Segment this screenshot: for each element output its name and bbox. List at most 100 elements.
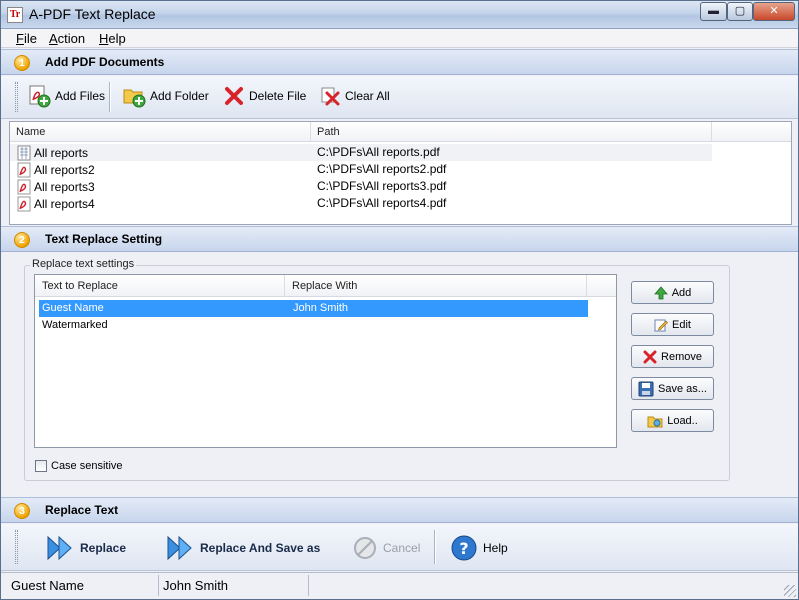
status-bar: Guest Name John Smith — [1, 572, 798, 599]
file-name: All reports3 — [34, 180, 95, 194]
delete-x-icon — [225, 87, 243, 105]
file-list-header: Name Path — [10, 122, 791, 142]
edit-button[interactable]: Edit — [631, 313, 714, 336]
fast-forward-icon — [167, 535, 192, 561]
window-title: A-PDF Text Replace — [29, 6, 156, 22]
status-find: Guest Name — [3, 575, 159, 596]
replace-label: Replace — [80, 541, 127, 555]
resize-grip[interactable] — [784, 585, 796, 597]
section-title: Add PDF Documents — [45, 55, 165, 69]
case-sensitive-label: Case sensitive — [51, 460, 123, 472]
load-button[interactable]: Load.. — [631, 409, 714, 432]
replace-and-save-as-button[interactable]: Replace And Save as — [166, 533, 320, 563]
find-text: Guest Name — [42, 302, 104, 314]
edit-pencil-icon — [654, 319, 668, 331]
case-sensitive-row: Case sensitive — [35, 460, 123, 472]
menu-help[interactable]: Help — [99, 31, 126, 46]
file-name-cell: All reports4 — [16, 196, 95, 212]
delete-file-label: Delete File — [249, 89, 307, 103]
cancel-label: Cancel — [383, 541, 421, 555]
minimize-button[interactable]: ▬ — [700, 2, 727, 21]
app-window: Tr A-PDF Text Replace ▬ ▢ ✕ File Action … — [0, 0, 799, 600]
clear-all-icon — [321, 87, 340, 106]
remove-x-icon — [643, 350, 657, 363]
file-path: C:\PDFs\All reports.pdf — [317, 145, 440, 159]
file-toolbar: Add Files Add Folder Delete File Clear A… — [1, 76, 798, 119]
folder-add-icon — [123, 89, 146, 108]
file-row[interactable]: All reports4 C:\PDFs\All reports4.pdf — [10, 195, 712, 212]
file-name-cell: All reports3 — [16, 179, 95, 195]
case-sensitive-checkbox[interactable] — [35, 460, 47, 472]
menu-file[interactable]: File — [16, 31, 37, 46]
remove-button[interactable]: Remove — [631, 345, 714, 368]
file-path: C:\PDFs\All reports3.pdf — [317, 179, 447, 193]
file-row[interactable]: All reports3 C:\PDFs\All reports3.pdf — [10, 178, 712, 195]
step-3-badge: 3 — [14, 503, 30, 519]
column-header-path[interactable]: Path — [311, 122, 712, 142]
replace-text: John Smith — [293, 302, 349, 314]
step-2-badge: 2 — [14, 232, 30, 248]
file-name: All reports4 — [34, 197, 95, 211]
toolbar-separator — [109, 82, 110, 112]
pdf-add-icon — [29, 85, 51, 108]
folder-open-icon — [647, 416, 663, 427]
file-name-cell: All reports2 — [16, 162, 95, 178]
add-folder-button[interactable]: Add Folder — [118, 82, 213, 110]
edit-label: Edit — [672, 318, 691, 331]
fast-forward-icon — [47, 535, 72, 561]
find-text: Watermarked — [42, 319, 108, 331]
add-files-label: Add Files — [55, 89, 106, 103]
pdf-icon — [17, 162, 31, 178]
pdf-icon — [17, 196, 31, 212]
cancel-button[interactable]: Cancel — [353, 533, 420, 563]
replace-list-header: Text to Replace Replace With — [35, 275, 616, 297]
step-1-badge: 1 — [14, 55, 30, 71]
maximize-button[interactable]: ▢ — [727, 2, 753, 21]
section-header-replace-setting[interactable]: 2 Text Replace Setting — [1, 226, 798, 252]
add-files-button[interactable]: Add Files — [23, 82, 109, 110]
load-label: Load.. — [667, 414, 698, 427]
toolbar-grip[interactable] — [15, 530, 18, 564]
replace-button[interactable]: Replace — [46, 533, 126, 563]
section-header-add-documents[interactable]: 1 Add PDF Documents — [1, 49, 798, 75]
group-label: Replace text settings — [30, 258, 137, 270]
document-grid-icon — [17, 145, 31, 161]
delete-file-button[interactable]: Delete File — [219, 82, 310, 110]
file-name-cell: All reports — [16, 145, 88, 161]
save-as-button[interactable]: Save as... — [631, 377, 714, 400]
toolbar-grip[interactable] — [15, 82, 18, 112]
add-folder-label: Add Folder — [150, 89, 209, 103]
add-button[interactable]: Add — [631, 281, 714, 304]
file-path: C:\PDFs\All reports2.pdf — [317, 162, 447, 176]
column-header-name[interactable]: Name — [10, 122, 311, 142]
help-button[interactable]: ? Help — [451, 533, 508, 563]
replace-and-save-as-label: Replace And Save as — [200, 541, 321, 555]
file-row[interactable]: All reports C:\PDFs\All reports.pdf — [10, 144, 712, 161]
save-as-label: Save as... — [658, 382, 707, 395]
replace-row[interactable]: Watermarked — [39, 317, 588, 334]
menu-bar: File Action Help — [1, 29, 798, 48]
file-name: All reports — [34, 146, 89, 160]
help-question-icon: ? — [451, 535, 477, 561]
remove-label: Remove — [661, 350, 702, 363]
title-bar[interactable]: Tr A-PDF Text Replace ▬ ▢ ✕ — [1, 1, 798, 29]
floppy-disk-icon — [638, 381, 654, 396]
app-icon: Tr — [7, 7, 23, 23]
file-path: C:\PDFs\All reports4.pdf — [317, 196, 447, 210]
file-row[interactable]: All reports2 C:\PDFs\All reports2.pdf — [10, 161, 712, 178]
clear-all-button[interactable]: Clear All — [315, 82, 394, 110]
menu-action[interactable]: Action — [49, 31, 85, 46]
toolbar-separator — [434, 530, 435, 564]
column-header-replace-with[interactable]: Replace With — [285, 275, 587, 297]
section-header-replace-text[interactable]: 3 Replace Text — [1, 497, 798, 523]
add-label: Add — [671, 286, 692, 299]
replace-row[interactable]: Guest Name John Smith — [39, 300, 588, 317]
close-button[interactable]: ✕ — [753, 2, 795, 21]
column-header-text-to-replace[interactable]: Text to Replace — [35, 275, 285, 297]
pdf-icon — [17, 179, 31, 195]
status-replace: John Smith — [155, 575, 309, 596]
arrow-up-icon — [653, 285, 668, 299]
replace-list[interactable]: Text to Replace Replace With Guest Name … — [34, 274, 617, 448]
file-list[interactable]: Name Path All reports C:\PDFs\All report… — [9, 121, 792, 225]
svg-text:?: ? — [459, 539, 468, 558]
